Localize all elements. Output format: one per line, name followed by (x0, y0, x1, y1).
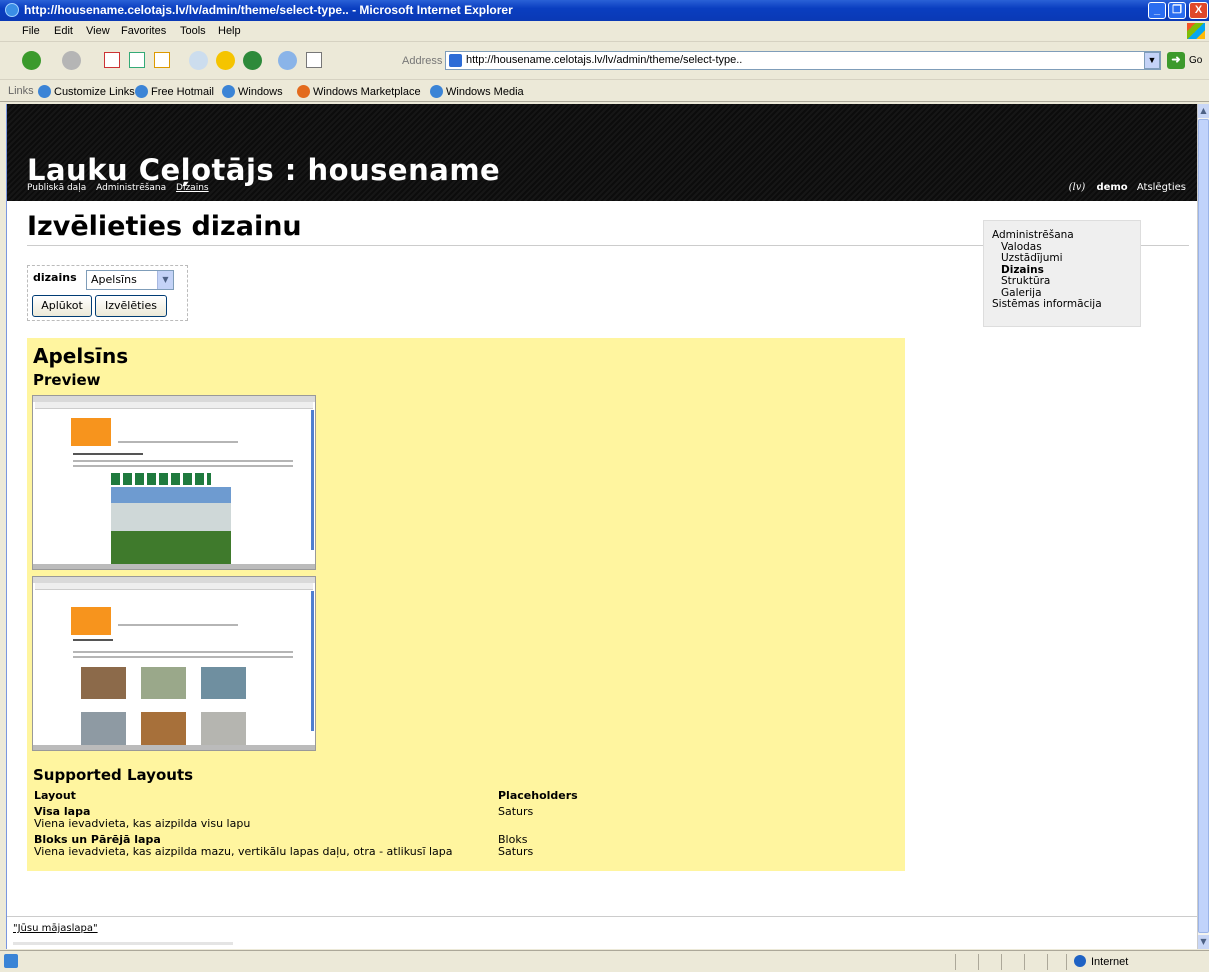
page-title: Izvēlieties dizainu (27, 211, 302, 242)
link-media[interactable]: Windows Media (430, 85, 524, 98)
design-select-form: dizains Apelsīns ▼ Aplūkot Izvēlēties (27, 265, 188, 321)
address-input[interactable]: http://housename.celotajs.lv/lv/admin/th… (445, 51, 1161, 70)
home-icon[interactable] (154, 52, 170, 68)
link-hotmail[interactable]: Free Hotmail (135, 85, 214, 98)
print-icon[interactable] (306, 52, 322, 68)
forward-icon[interactable] (62, 51, 81, 70)
sidebar-item-system-info[interactable]: Sistēmas informācija (992, 298, 1140, 311)
address-value: http://housename.celotajs.lv/lv/admin/th… (466, 54, 743, 66)
toolbar: Address http://housename.celotajs.lv/lv/… (0, 42, 1209, 80)
zone-label: Internet (1091, 956, 1129, 968)
layout-placeholder: Saturs (498, 845, 534, 858)
link-marketplace[interactable]: Windows Marketplace (297, 85, 421, 98)
security-zone: Internet (1074, 955, 1128, 968)
logout-link[interactable]: Atslēgties (1137, 182, 1186, 193)
links-label: Links (8, 85, 34, 97)
scrollbar-thumb[interactable] (1198, 119, 1209, 933)
nav-admin[interactable]: Administrēšana (96, 183, 166, 193)
supported-layouts-heading: Supported Layouts (33, 766, 194, 784)
minimize-button[interactable]: _ (1148, 2, 1166, 19)
link-label: Windows Media (446, 86, 524, 98)
preview-heading: Preview (33, 371, 101, 389)
layout-description: Viena ievadvieta, kas aizpilda visu lapu (34, 817, 251, 830)
theme-name: Apelsīns (33, 344, 129, 368)
link-label: Windows Marketplace (313, 86, 421, 98)
menu-bar: File Edit View Favorites Tools Help (0, 21, 1209, 42)
choose-button[interactable]: Izvēlēties (95, 295, 167, 317)
design-select-value: Apelsīns (91, 273, 137, 286)
menu-favorites[interactable]: Favorites (121, 25, 166, 37)
nav-public[interactable]: Publiskā daļa (27, 183, 86, 193)
ie-icon (5, 3, 19, 17)
marketplace-icon (297, 85, 310, 98)
sidebar-item-structure[interactable]: Struktūra (992, 275, 1140, 288)
link-label: Customize Links (54, 86, 135, 98)
sidebar-item-admin[interactable]: Administrēšana (992, 229, 1140, 242)
nav-design[interactable]: Dizains (176, 183, 209, 193)
address-label: Address (402, 55, 443, 67)
preview-screenshot-home (32, 395, 316, 570)
site-header: Lauku Ceļotājs : housename Publiskā daļa… (7, 104, 1197, 201)
menu-tools[interactable]: Tools (180, 25, 206, 37)
design-select[interactable]: Apelsīns ▼ (86, 270, 174, 290)
page-viewport: Lauku Ceļotājs : housename Publiskā daļa… (6, 104, 1197, 949)
ie-page-icon (38, 85, 51, 98)
go-button[interactable]: Go (1189, 55, 1202, 66)
address-dropdown-icon[interactable]: ▼ (1144, 52, 1160, 69)
ie-page-icon (222, 85, 235, 98)
chevron-down-icon[interactable]: ▼ (157, 271, 173, 289)
windows-logo-icon (1187, 23, 1205, 39)
username[interactable]: demo (1096, 182, 1127, 193)
page-icon (449, 54, 462, 67)
menu-view[interactable]: View (86, 25, 110, 37)
back-icon[interactable] (22, 51, 41, 70)
site-title: Lauku Ceļotājs : housename (27, 153, 501, 187)
footer-faded-text (13, 942, 233, 945)
window-title: http://housename.celotajs.lv/lv/admin/th… (24, 3, 513, 17)
theme-preview-panel: Apelsīns Preview Supported Layouts Layou… (27, 338, 905, 871)
scroll-up-icon[interactable]: ▲ (1198, 104, 1209, 118)
design-label: dizains (33, 271, 77, 284)
stop-icon[interactable] (104, 52, 120, 68)
close-button[interactable]: X (1189, 2, 1208, 19)
link-label: Free Hotmail (151, 86, 214, 98)
house-photo (111, 487, 231, 567)
restore-button[interactable]: ❐ (1168, 2, 1186, 19)
history-icon[interactable] (243, 51, 262, 70)
ie-page-icon (430, 85, 443, 98)
user-nav: (lv) demo Atslēgties (1069, 182, 1186, 193)
view-button[interactable]: Aplūkot (32, 295, 92, 317)
page-status-icon (4, 954, 18, 968)
link-windows[interactable]: Windows (222, 85, 283, 98)
menu-edit[interactable]: Edit (54, 25, 73, 37)
window-titlebar: http://housename.celotajs.lv/lv/admin/th… (0, 0, 1209, 21)
search-icon[interactable] (189, 51, 208, 70)
refresh-icon[interactable] (129, 52, 145, 68)
sidebar-item-settings[interactable]: Uzstādījumi (992, 252, 1140, 265)
status-bar: Internet (0, 950, 1209, 972)
footer-homepage-link[interactable]: "Jūsu mājaslapa" (13, 923, 98, 934)
layout-description: Viena ievadvieta, kas aizpilda mazu, ver… (34, 845, 453, 858)
menu-file[interactable]: File (22, 25, 40, 37)
favorites-icon[interactable] (216, 51, 235, 70)
footer-divider (7, 916, 1197, 917)
language-switch[interactable]: (lv) (1069, 182, 1086, 193)
go-arrow-icon[interactable]: ➜ (1167, 52, 1185, 69)
admin-sidebar: Administrēšana Valodas Uzstādījumi Dizai… (983, 220, 1141, 327)
layout-placeholder: Saturs (498, 805, 534, 818)
links-bar: Links Customize Links Free Hotmail Windo… (0, 81, 1209, 102)
link-customize[interactable]: Customize Links (38, 85, 135, 98)
column-header-placeholders: Placeholders (498, 789, 578, 802)
ie-page-icon (135, 85, 148, 98)
column-header-layout: Layout (34, 789, 76, 802)
link-label: Windows (238, 86, 283, 98)
mail-icon[interactable] (278, 51, 297, 70)
preview-screenshot-activities (32, 576, 316, 751)
globe-icon (1074, 955, 1086, 967)
menu-help[interactable]: Help (218, 25, 241, 37)
top-nav: Publiskā daļa Administrēšana Dizains (27, 183, 216, 193)
vertical-scrollbar[interactable]: ▲ ▼ (1197, 104, 1209, 949)
scroll-down-icon[interactable]: ▼ (1198, 935, 1209, 949)
